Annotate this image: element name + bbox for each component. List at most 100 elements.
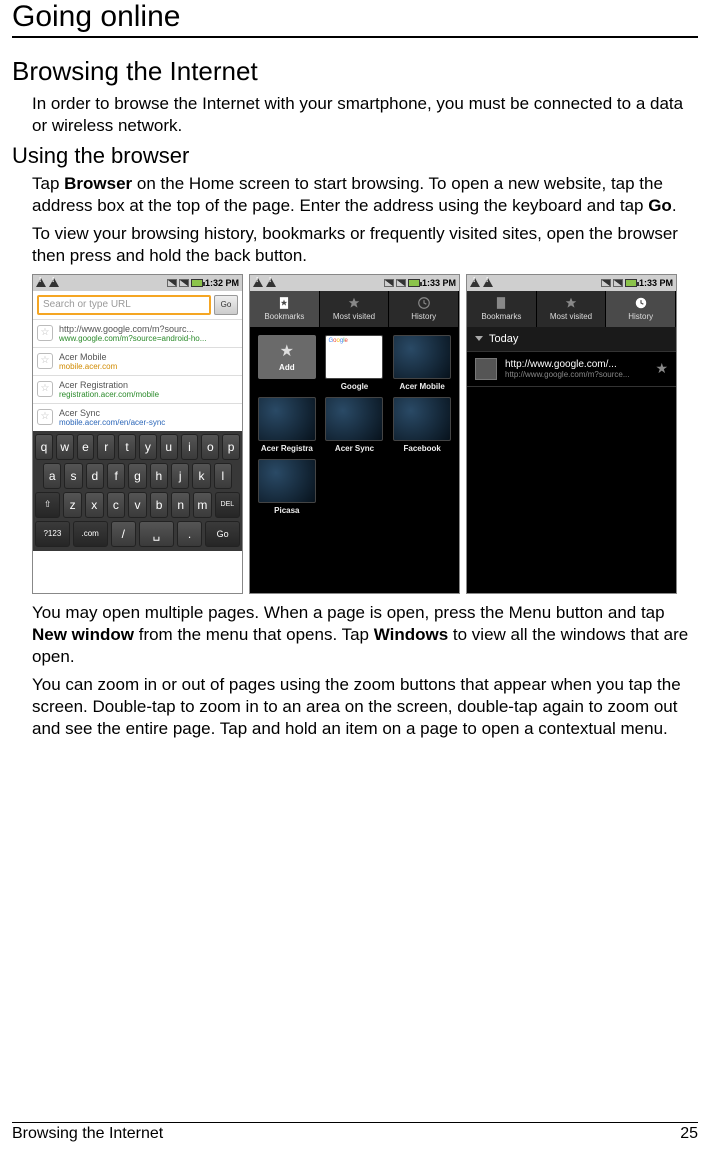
bookmark-label: Acer Sync (335, 444, 374, 453)
bookmark-item[interactable]: Picasa (256, 459, 318, 515)
warning-icon (483, 278, 493, 287)
history-title: http://www.google.com/... (505, 359, 647, 370)
bookmark-item[interactable]: Google Google (324, 335, 386, 391)
chevron-down-icon (475, 336, 483, 341)
add-label: Add (279, 363, 295, 372)
key-e[interactable]: e (77, 434, 95, 460)
star-icon[interactable]: ★ (655, 360, 668, 377)
screenshot-3: 1:33 PM Bookmarks Most visited History (466, 274, 677, 594)
key-s[interactable]: s (64, 463, 82, 489)
key-f[interactable]: f (107, 463, 125, 489)
bookmark-grid: ★ Add Google Google Acer Mobile Acer Reg… (250, 327, 459, 523)
key-y[interactable]: y (139, 434, 157, 460)
key-go[interactable]: Go (205, 521, 240, 547)
key-dotcom[interactable]: .com (73, 521, 108, 547)
tab-bookmarks[interactable]: Bookmarks (467, 291, 537, 327)
status-bar: 1:32 PM (33, 275, 242, 291)
key-c[interactable]: c (107, 492, 126, 518)
suggestion-title: Acer Registration (59, 380, 238, 390)
paragraph-4: You can zoom in or out of pages using th… (32, 674, 698, 740)
bookmark-label: Google (341, 382, 369, 391)
page-title: Going online (12, 0, 698, 38)
bookmark-item[interactable]: Acer Registra (256, 397, 318, 453)
bookmark-item[interactable]: Acer Mobile (391, 335, 453, 391)
page-footer: Browsing the Internet 25 (12, 1122, 698, 1143)
go-button[interactable]: Go (214, 295, 238, 315)
key-h[interactable]: h (150, 463, 168, 489)
today-label: Today (489, 333, 518, 345)
suggestion-item[interactable]: ☆ Acer Mobile mobile.acer.com (33, 347, 242, 375)
footer-section: Browsing the Internet (12, 1125, 163, 1143)
bold-windows: Windows (374, 625, 448, 644)
tab-history[interactable]: History (389, 291, 459, 327)
text: from the menu that opens. Tap (134, 625, 374, 644)
key-w[interactable]: w (56, 434, 74, 460)
tab-label: History (411, 312, 436, 321)
key-g[interactable]: g (128, 463, 146, 489)
suggestion-url: mobile.acer.com (59, 362, 238, 371)
battery-icon (625, 279, 637, 287)
key-i[interactable]: i (181, 434, 199, 460)
bookmark-label: Picasa (274, 506, 299, 515)
tab-bar: Bookmarks Most visited History (250, 291, 459, 327)
key-k[interactable]: k (192, 463, 210, 489)
suggestion-item[interactable]: ☆ Acer Registration registration.acer.co… (33, 375, 242, 403)
key-u[interactable]: u (160, 434, 178, 460)
key-dot[interactable]: . (177, 521, 202, 547)
text: . (672, 196, 677, 215)
key-o[interactable]: o (201, 434, 219, 460)
key-m[interactable]: m (193, 492, 212, 518)
text: You may open multiple pages. When a page… (32, 603, 665, 622)
key-t[interactable]: t (118, 434, 136, 460)
key-slash[interactable]: / (111, 521, 136, 547)
key-j[interactable]: j (171, 463, 189, 489)
bookmark-add[interactable]: ★ Add (256, 335, 318, 391)
history-url: http://www.google.com/m?source... (505, 370, 647, 379)
key-n[interactable]: n (171, 492, 190, 518)
url-input[interactable]: Search or type URL (37, 295, 211, 315)
page-thumb-icon (475, 358, 497, 380)
bookmark-star-icon (494, 296, 508, 310)
bookmark-star-icon (277, 296, 291, 310)
key-del[interactable]: DEL (215, 492, 240, 518)
tab-bookmarks[interactable]: Bookmarks (250, 291, 320, 327)
bookmark-item[interactable]: Facebook (391, 397, 453, 453)
clock-icon (417, 296, 431, 310)
suggestion-url: www.google.com/m?source=android-ho... (59, 334, 238, 343)
warning-icon (36, 278, 46, 287)
key-a[interactable]: a (43, 463, 61, 489)
bookmark-item[interactable]: Acer Sync (324, 397, 386, 453)
key-b[interactable]: b (150, 492, 169, 518)
clock: 1:32 PM (205, 278, 239, 288)
history-item[interactable]: http://www.google.com/... http://www.goo… (467, 352, 676, 387)
key-p[interactable]: p (222, 434, 240, 460)
signal-icon (384, 279, 394, 287)
key-l[interactable]: l (214, 463, 232, 489)
key-q[interactable]: q (35, 434, 53, 460)
key-space[interactable]: ␣ (139, 521, 174, 547)
signal-icon (613, 279, 623, 287)
key-d[interactable]: d (86, 463, 104, 489)
intro-paragraph: In order to browse the Internet with you… (32, 93, 698, 137)
key-r[interactable]: r (97, 434, 115, 460)
key-x[interactable]: x (85, 492, 104, 518)
signal-icon (179, 279, 189, 287)
bold-browser: Browser (64, 174, 132, 193)
screenshot-2: 1:33 PM Bookmarks Most visited History (249, 274, 460, 594)
tab-most-visited[interactable]: Most visited (320, 291, 390, 327)
signal-icon (167, 279, 177, 287)
suggestion-item[interactable]: ☆ http://www.google.com/m?sourc... www.g… (33, 319, 242, 347)
key-symbols[interactable]: ?123 (35, 521, 70, 547)
tab-history[interactable]: History (606, 291, 676, 327)
tab-bar: Bookmarks Most visited History (467, 291, 676, 327)
status-bar: 1:33 PM (250, 275, 459, 291)
key-z[interactable]: z (63, 492, 82, 518)
page-number: 25 (680, 1125, 698, 1143)
suggestion-item[interactable]: ☆ Acer Sync mobile.acer.com/en/acer-sync (33, 403, 242, 431)
key-shift[interactable]: ⇧ (35, 492, 60, 518)
history-group-today[interactable]: Today (467, 327, 676, 352)
text: Tap (32, 174, 64, 193)
tab-most-visited[interactable]: Most visited (537, 291, 607, 327)
tab-label: Most visited (333, 312, 375, 321)
key-v[interactable]: v (128, 492, 147, 518)
